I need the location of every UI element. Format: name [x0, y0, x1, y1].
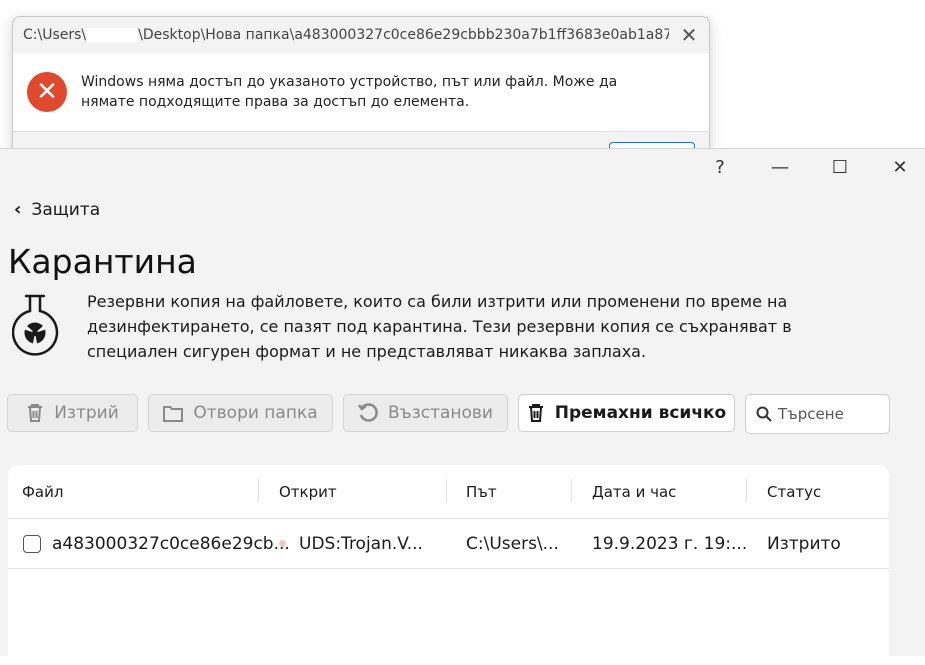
column-header-status[interactable]: Статус — [767, 465, 821, 518]
folder-icon — [163, 405, 184, 422]
error-dialog-titlebar: C:\Users\ \Desktop\Нова папка\a483000327c… — [13, 17, 709, 53]
minimize-button[interactable]: — — [760, 157, 800, 179]
restore-label: Възстанови — [388, 403, 493, 423]
column-divider[interactable] — [571, 479, 572, 503]
error-dialog: C:\Users\ \Desktop\Нова папка\a483000327c… — [12, 16, 710, 168]
back-link[interactable]: ‹ Защита — [14, 199, 100, 220]
column-header-detected[interactable]: Открит — [279, 465, 337, 518]
row-checkbox[interactable] — [23, 534, 41, 553]
table-row[interactable]: a483000327c0ce86e29cb... UDS:Trojan.V...… — [8, 519, 889, 569]
search-placeholder: Търсене — [778, 405, 844, 423]
chevron-left-icon: ‹ — [14, 199, 22, 220]
error-dialog-body: ✕ Windows няма достъп до указаното устро… — [13, 53, 709, 131]
page-description: Резервни копия на файловете, които са би… — [87, 292, 792, 361]
column-divider[interactable] — [446, 479, 447, 503]
open-folder-button[interactable]: Отвори папка — [148, 394, 333, 432]
cell-detected: UDS:Trojan.V... — [299, 533, 423, 554]
remove-all-label: Премахни всичко — [554, 403, 727, 423]
error-message: Windows няма достъп до указаното устройс… — [81, 74, 618, 110]
cell-path: C:\Users\... — [466, 533, 559, 554]
column-header-file[interactable]: Файл — [22, 465, 63, 518]
delete-button[interactable]: Изтрий — [7, 394, 138, 432]
back-label: Защита — [31, 199, 101, 220]
remove-all-button[interactable]: Премахни всичко — [518, 394, 735, 432]
error-dialog-close-button[interactable]: ✕ — [669, 23, 709, 47]
column-header-datetime[interactable]: Дата и час — [592, 465, 676, 518]
search-icon — [756, 406, 772, 422]
restore-button[interactable]: Възстанови — [343, 394, 508, 432]
column-divider[interactable] — [258, 479, 259, 503]
maximize-button[interactable]: ☐ — [820, 157, 860, 179]
page-title: Карантина — [8, 242, 197, 281]
column-header-path[interactable]: Път — [466, 465, 497, 518]
error-dialog-title-start: C:\Users\ — [23, 27, 87, 43]
close-window-button[interactable]: ✕ — [880, 157, 920, 179]
quarantine-window: ? — ☐ ✕ ‹ Защита Карантина Резервни копи… — [0, 148, 925, 665]
trash-icon — [527, 403, 545, 423]
help-button[interactable]: ? — [700, 157, 740, 179]
table-header: Файл Открит Път Дата и час Статус — [8, 465, 889, 519]
cell-datetime: 19.9.2023 г. 19:... — [592, 533, 748, 554]
trash-icon — [26, 403, 44, 423]
quarantine-table: Файл Открит Път Дата и час Статус a48300… — [8, 465, 889, 665]
open-folder-label: Отвори папка — [193, 403, 318, 423]
delete-label: Изтрий — [54, 403, 119, 423]
error-dialog-title: C:\Users\ \Desktop\Нова папка\a483000327c… — [23, 27, 669, 43]
redacted-username — [87, 28, 138, 42]
error-icon: ✕ — [27, 72, 67, 112]
column-divider[interactable] — [746, 479, 747, 503]
flask-radiation-icon — [12, 294, 59, 356]
search-input[interactable]: Търсене — [745, 394, 890, 434]
restore-icon — [358, 403, 378, 423]
error-dialog-title-end: \Desktop\Нова папка\a483000327c0ce86e29c… — [138, 27, 669, 43]
threat-indicator-dot — [279, 540, 286, 547]
cell-status: Изтрито — [767, 533, 841, 554]
cell-file: a483000327c0ce86e29cb... — [52, 533, 290, 554]
